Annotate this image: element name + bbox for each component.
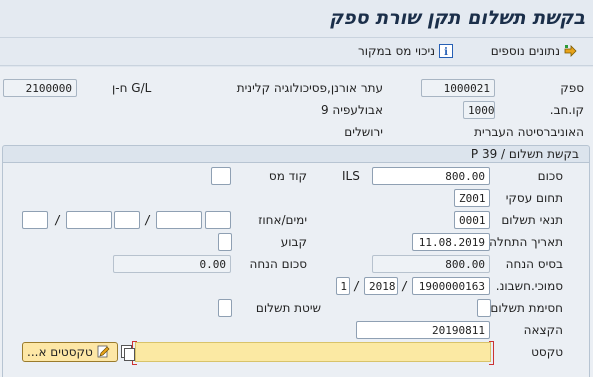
svg-text:i: i [444,47,448,58]
pencil-icon [96,344,110,361]
gl-account-field[interactable]: 2100000 [3,79,77,97]
assignment-field[interactable]: 20190811 [356,321,490,339]
discount-base-label: בסיס הנחה [505,257,563,271]
vendor-field[interactable]: 1000021 [421,79,495,97]
section-header: בקשת תשלום / P 39 [2,145,590,163]
payment-block-field[interactable] [477,299,491,317]
text-label: טקסט [531,345,563,359]
text-field[interactable] [132,341,494,365]
title-bar: בקשת תשלום תקן שורת ספק [0,0,593,38]
baseline-date-field[interactable]: 11.08.2019 [412,233,490,251]
arrow-right-icon [564,44,578,58]
currency-label: ILS [342,169,360,183]
tax-from-source-button[interactable]: i ניכוי מס במקור [358,44,453,58]
discount-amount-field[interactable]: 0.00 [113,255,231,273]
payment-method-label: שיטת תשלום [255,301,321,315]
invoice-ref-label: סמוכי.חשבונ. [495,279,563,293]
separator-slash: / [54,213,62,227]
company-code-field[interactable]: 1000 [463,101,495,119]
days-percent-field-3[interactable] [114,211,140,229]
tax-code-label: קוד מס [268,169,307,183]
invoice-ref-item-field[interactable]: 1 [336,277,350,295]
separator-slash: / [401,279,409,293]
company-code-label: קו.חב. [549,103,584,117]
vendor-street: אבולעפיה 9 [320,103,383,117]
toolbar: נתונים נוספים i ניכוי מס במקור [0,38,593,66]
section-title: בקשת תשלום / P 39 [470,147,579,161]
payment-terms-field[interactable]: 0001 [454,211,490,229]
amount-field[interactable]: 800.00 [372,167,490,185]
more-data-label: נתונים נוספים [490,44,560,58]
days-percent-field-1[interactable] [205,211,231,229]
days-percent-field-5[interactable] [22,211,48,229]
invoice-ref-year-field[interactable]: 2018 [364,277,398,295]
fixed-checkbox[interactable] [218,233,232,251]
invoice-ref-doc-field[interactable]: 1900000163 [412,277,490,295]
days-percent-field-2[interactable] [156,211,202,229]
days-percent-field-4[interactable] [66,211,112,229]
payment-method-field[interactable] [218,299,232,317]
long-texts-label: טקסטים א... [27,345,93,359]
business-area-field[interactable]: Z001 [454,189,490,207]
more-data-button[interactable]: נתונים נוספים [491,44,578,58]
gl-label: ח-ן G/L [112,81,152,95]
company-name: האוניברסיטה העברית [474,125,584,139]
separator-slash: / [353,279,361,293]
separator-slash: / [144,213,152,227]
page-title: בקשת תשלום תקן שורת ספק [329,7,585,29]
business-area-label: תחום עסקי [505,191,563,205]
payment-terms-label: תנאי תשלום [501,213,563,227]
assignment-label: הקצאה [523,323,563,337]
amount-label: סכום [537,169,563,183]
copy-icon[interactable] [121,345,135,361]
fixed-label: קבוע [280,235,307,249]
long-texts-button[interactable]: טקסטים א... [22,342,118,362]
discount-base-field[interactable]: 800.00 [372,255,490,273]
tax-from-source-label: ניכוי מס במקור [358,44,435,58]
vendor-city: ירושלים [344,125,383,139]
payment-block-label: חסימת תשלום [490,301,563,315]
vendor-name: עתר אורנן,פסיכולוגיה קלינית [236,81,383,95]
tax-code-field[interactable] [211,167,231,185]
info-icon: i [439,44,453,58]
baseline-date-label: תאריך התחלה [489,235,563,249]
days-percent-label: ימים/אחוז [258,213,307,227]
vendor-label: ספק [560,81,584,95]
discount-amount-label: סכום הנחה [249,257,307,271]
